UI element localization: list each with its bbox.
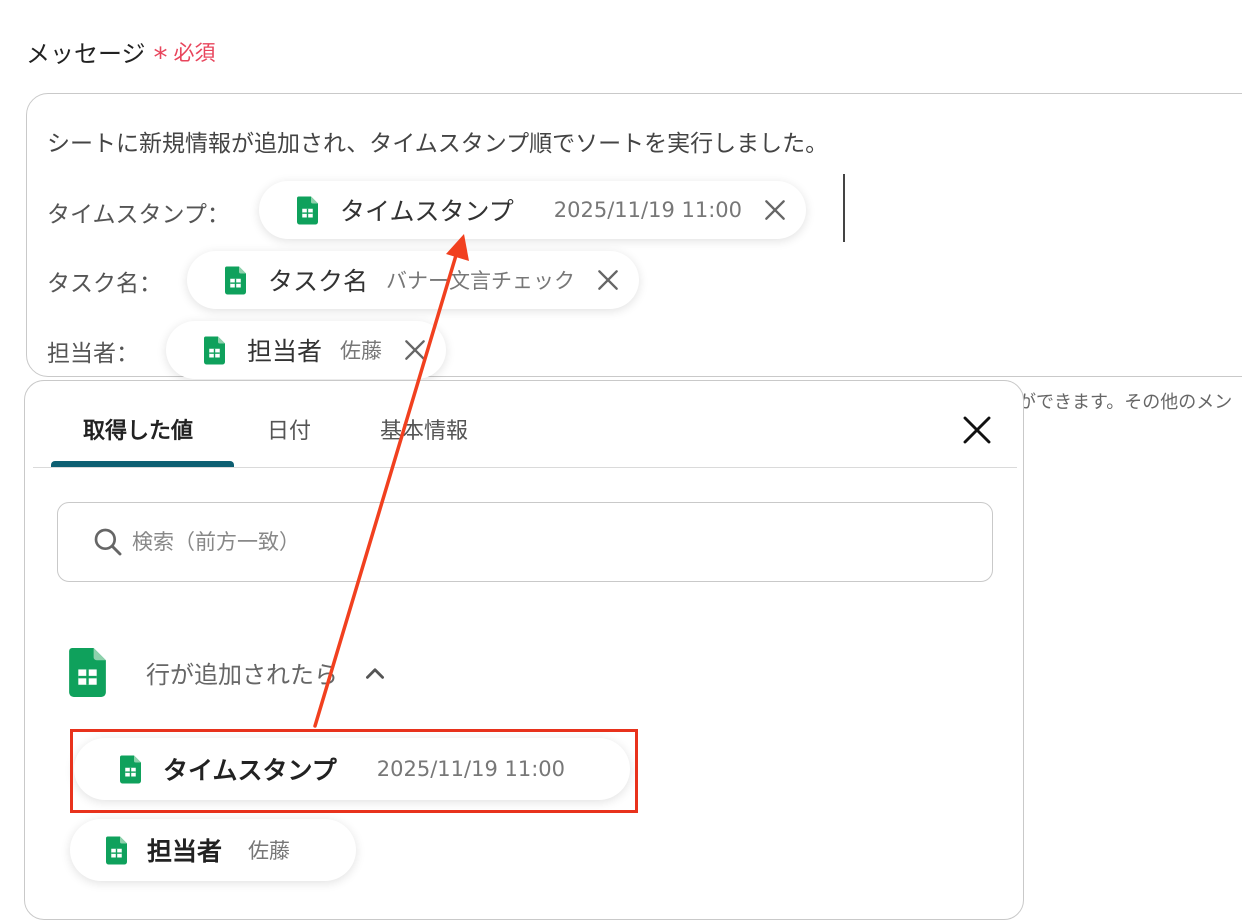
text-cursor [843,174,845,242]
chip-name: タイムスタンプ [340,197,514,226]
search-icon [94,528,122,556]
row-label-timestamp: タイムスタンプ： [47,202,230,228]
message-field-label: メッセージ * 必須 [26,34,216,74]
chip-name: 担当者 [247,337,323,366]
close-icon[interactable] [961,414,993,446]
google-sheets-icon [225,266,246,295]
chip-value: 佐藤 [340,339,383,363]
search-input[interactable] [130,529,934,555]
variable-chip-task-name[interactable]: タスク名 バナー文言チェック [187,251,640,309]
row-label-task-name: タスク名： [47,271,162,297]
message-line-1: シートに新規情報が追加され、タイムスタンプ順でソートを実行しました。 [47,131,829,157]
google-sheets-icon [69,648,106,697]
tab-acquired-values[interactable]: 取得した値 [83,413,193,445]
google-sheets-icon [106,836,127,865]
google-sheets-icon [204,336,225,365]
chip-name: タスク名 [268,267,369,296]
required-asterisk: * [153,40,168,74]
tab-basic-info[interactable]: 基本情報 [380,413,468,445]
option-name: 担当者 [147,837,223,866]
chevron-up-icon[interactable] [362,660,388,686]
row-label-assignee: 担当者： [47,341,139,367]
remove-chip-icon[interactable] [595,267,621,293]
required-text: 必須 [173,40,216,65]
group-header-row-added[interactable]: 行が追加されたら [69,648,388,697]
search-field[interactable] [57,502,993,582]
option-value: 佐藤 [248,839,291,863]
tab-divider [33,467,1017,468]
google-sheets-icon [297,196,318,225]
remove-chip-icon[interactable] [402,337,428,363]
variable-chip-assignee[interactable]: 担当者 佐藤 [166,321,447,379]
remove-chip-icon[interactable] [762,197,788,223]
helper-text: ができます。その他のメン [1018,392,1233,413]
group-label: 行が追加されたら [146,661,338,689]
chip-value: バナー文言チェック [386,269,576,293]
chip-value: 2025/11/19 11:00 [553,198,742,222]
field-label-text: メッセージ [26,40,146,68]
variable-chip-timestamp[interactable]: タイムスタンプ 2025/11/19 11:00 [259,181,806,239]
tab-date[interactable]: 日付 [267,413,311,445]
option-assignee[interactable]: 担当者 佐藤 [70,819,356,881]
highlight-box [70,729,638,813]
